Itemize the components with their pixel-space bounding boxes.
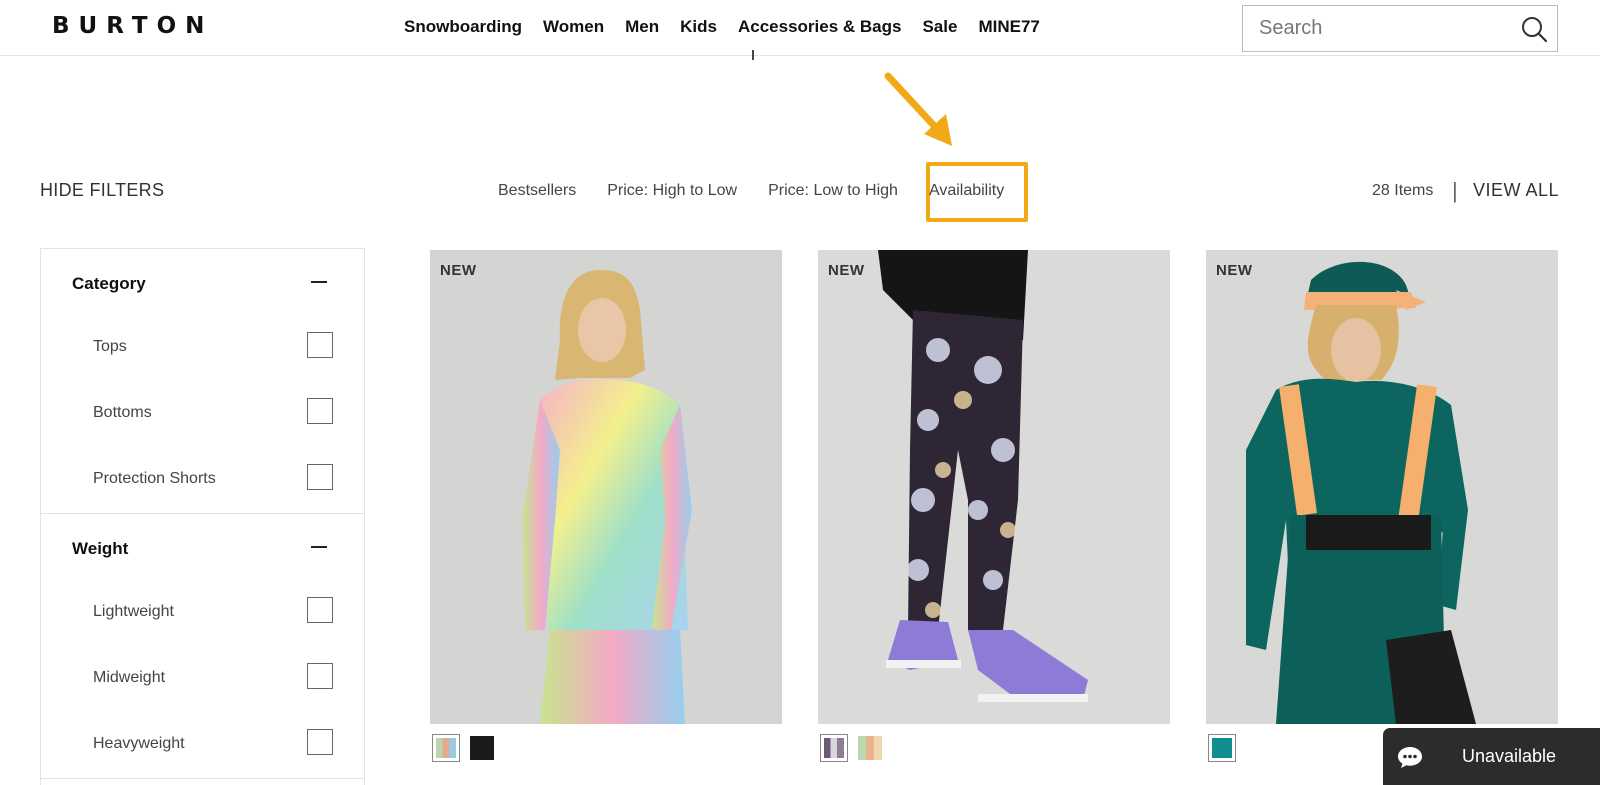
filter-option-protection-shorts[interactable]: Protection Shorts — [41, 447, 364, 513]
color-swatches — [820, 734, 884, 762]
filter-option-bottoms[interactable]: Bottoms — [41, 381, 364, 447]
product-image[interactable]: NEW — [430, 250, 782, 724]
search-box — [1242, 5, 1558, 52]
color-swatch[interactable] — [1208, 734, 1236, 762]
woman-gradient-top-image — [430, 250, 782, 724]
checkbox[interactable] — [307, 398, 333, 424]
chat-widget[interactable]: Unavailable — [1383, 728, 1600, 785]
filter-group-title: Weight — [72, 539, 129, 558]
sort-bestsellers[interactable]: Bestsellers — [498, 182, 576, 200]
site-header: BURTON Snowboarding Women Men Kids Acces… — [0, 0, 1600, 56]
color-swatch[interactable] — [468, 734, 496, 762]
product-image[interactable]: NEW — [1206, 250, 1558, 724]
swatch-fill — [1212, 738, 1232, 758]
color-swatch[interactable] — [432, 734, 460, 762]
nav-sale[interactable]: Sale — [922, 17, 957, 37]
chat-bubble-icon — [1398, 747, 1422, 768]
filter-group-header[interactable]: Weight — [41, 514, 364, 580]
checkbox[interactable] — [307, 663, 333, 689]
filter-option-heavyweight[interactable]: Heavyweight — [41, 712, 364, 778]
filter-option-label: Heavyweight — [93, 735, 185, 752]
minus-icon[interactable] — [311, 546, 327, 548]
text-fragment — [752, 50, 754, 60]
color-swatches — [1208, 734, 1236, 762]
swatch-fill — [824, 738, 844, 758]
filter-option-midweight[interactable]: Midweight — [41, 646, 364, 712]
swatch-fill — [436, 738, 456, 758]
annotation-arrow-icon — [884, 72, 952, 146]
filter-group-category: Category Tops Bottoms Protection Shorts — [41, 249, 364, 514]
nav-women[interactable]: Women — [543, 17, 604, 37]
color-swatch[interactable] — [820, 734, 848, 762]
checkbox[interactable] — [307, 729, 333, 755]
product-image[interactable]: NEW — [818, 250, 1170, 724]
filter-option-lightweight[interactable]: Lightweight — [41, 580, 364, 646]
sort-availability[interactable]: Availability — [929, 182, 1004, 200]
divider: | — [1452, 178, 1458, 203]
burton-logo[interactable]: BURTON — [52, 13, 213, 39]
filter-sidebar: Category Tops Bottoms Protection Shorts … — [40, 248, 365, 785]
items-count: 28 Items — [1372, 182, 1434, 199]
swatch-fill — [470, 736, 494, 760]
checkbox[interactable] — [307, 332, 333, 358]
nav-snowboarding[interactable]: Snowboarding — [404, 17, 522, 37]
color-swatches — [432, 734, 496, 762]
checkbox[interactable] — [307, 597, 333, 623]
swatch-fill — [858, 736, 882, 760]
new-badge: NEW — [828, 262, 865, 279]
filter-group-header[interactable]: Category — [41, 249, 364, 315]
product-card[interactable]: NEW — [1206, 250, 1558, 762]
nav-men[interactable]: Men — [625, 17, 659, 37]
sort-price-high-to-low[interactable]: Price: High to Low — [607, 182, 737, 200]
chat-status-label: Unavailable — [1462, 746, 1557, 766]
product-card[interactable]: NEW — [818, 250, 1170, 762]
minus-icon[interactable] — [311, 281, 327, 283]
new-badge: NEW — [1216, 262, 1253, 279]
teal-outfit-image — [1206, 250, 1558, 724]
floral-leggings-image — [818, 250, 1170, 724]
main-nav: Snowboarding Women Men Kids Accessories … — [404, 17, 1061, 37]
filter-option-label: Tops — [93, 338, 127, 355]
sort-price-low-to-high[interactable]: Price: Low to High — [768, 182, 898, 200]
filter-option-label: Midweight — [93, 669, 166, 686]
filter-option-label: Lightweight — [93, 603, 174, 620]
hide-filters-button[interactable]: HIDE FILTERS — [40, 180, 164, 201]
filter-option-tops[interactable]: Tops — [41, 315, 364, 381]
nav-mine77[interactable]: MINE77 — [978, 17, 1039, 37]
nav-accessories-bags[interactable]: Accessories & Bags — [738, 17, 901, 37]
color-swatch[interactable] — [856, 734, 884, 762]
checkbox[interactable] — [307, 464, 333, 490]
new-badge: NEW — [440, 262, 477, 279]
product-card[interactable]: NEW — [430, 250, 782, 762]
nav-kids[interactable]: Kids — [680, 17, 717, 37]
view-all-link[interactable]: VIEW ALL — [1473, 180, 1559, 201]
filter-group-weight: Weight Lightweight Midweight Heavyweight — [41, 514, 364, 779]
search-input[interactable] — [1243, 6, 1513, 51]
filter-option-label: Bottoms — [93, 404, 152, 421]
sort-options: Bestsellers Price: High to Low Price: Lo… — [498, 182, 1035, 200]
filter-group-title: Category — [72, 274, 146, 293]
filter-option-label: Protection Shorts — [93, 470, 216, 487]
search-icon[interactable] — [1521, 16, 1547, 42]
